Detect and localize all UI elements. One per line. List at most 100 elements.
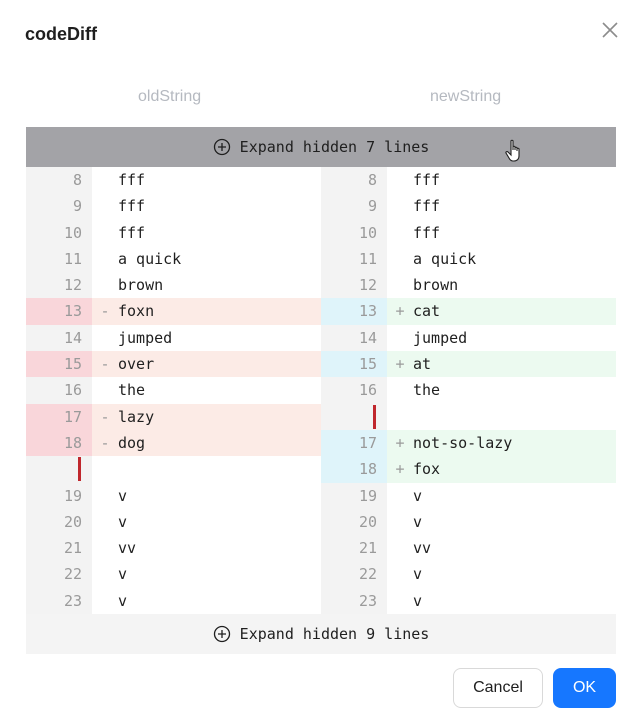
left-line: 14 jumped bbox=[26, 324, 321, 352]
right-line: 21 vv bbox=[321, 535, 616, 562]
line-number: 13 bbox=[321, 298, 387, 325]
expand-hidden-bottom-button[interactable]: Expand hidden 9 lines bbox=[26, 614, 616, 655]
diff-marker bbox=[92, 561, 118, 587]
ok-button[interactable]: OK bbox=[553, 668, 616, 708]
diff-marker: + bbox=[387, 429, 413, 457]
gap-marker bbox=[373, 404, 376, 429]
diff-row: 20 v 20 v bbox=[26, 508, 616, 536]
diff-row: 15- over 15 + at bbox=[26, 351, 616, 378]
code-text: fff bbox=[413, 223, 441, 242]
right-line: 11 a quick bbox=[321, 245, 616, 273]
line-number: 13 bbox=[26, 298, 92, 325]
right-line: 17 + not-so-lazy bbox=[321, 429, 616, 457]
line-number: 19 bbox=[26, 482, 92, 509]
left-line: 23 v bbox=[26, 587, 321, 615]
code-text: fff bbox=[118, 171, 146, 189]
diff-row: 12 brown 12 brown bbox=[26, 272, 616, 299]
code-text: cat bbox=[413, 298, 616, 325]
diff-marker bbox=[387, 167, 413, 193]
diff-marker bbox=[387, 404, 413, 430]
diff-row: 21 vv 21 vv bbox=[26, 535, 616, 562]
right-line: 19 v bbox=[321, 482, 616, 509]
diff-row: 23 v 23 v bbox=[26, 587, 616, 615]
line-number: 16 bbox=[321, 377, 387, 404]
new-string-header: newString bbox=[430, 88, 502, 105]
diff-marker bbox=[387, 588, 413, 614]
plus-circle-icon bbox=[213, 138, 230, 156]
diff-marker: - bbox=[92, 351, 118, 378]
diff-marker: + bbox=[387, 351, 413, 378]
diff-marker bbox=[92, 193, 118, 219]
diff-marker bbox=[387, 193, 413, 219]
line-number: 21 bbox=[26, 535, 92, 562]
diff-row: 10 fff 10 fff bbox=[26, 219, 616, 246]
diff-row: 9 fff 9 fff bbox=[26, 193, 616, 220]
expand-top-label: Expand hidden 7 lines bbox=[239, 138, 430, 156]
code-text: v bbox=[118, 565, 128, 584]
diff-marker bbox=[92, 220, 118, 246]
diff-row: 13- foxn 13 + cat bbox=[26, 298, 616, 325]
diff-marker bbox=[387, 272, 413, 298]
line-number: 20 bbox=[321, 508, 387, 536]
diff-marker: + bbox=[387, 456, 413, 483]
line-number: 17 bbox=[321, 429, 387, 457]
right-line: 13 + cat bbox=[321, 298, 616, 325]
close-icon[interactable] bbox=[598, 18, 622, 42]
diff-marker bbox=[92, 483, 118, 509]
left-line: 12 brown bbox=[26, 272, 321, 299]
diff-marker bbox=[387, 535, 413, 561]
code-text: fff bbox=[413, 171, 441, 189]
diff-marker: + bbox=[387, 298, 413, 325]
diff-marker bbox=[387, 377, 413, 403]
left-line: 15- over bbox=[26, 351, 321, 378]
line-number: 8 bbox=[26, 167, 92, 194]
right-line: 22 v bbox=[321, 561, 616, 588]
diff-marker bbox=[387, 246, 413, 272]
diff-row: 18- dog 17 + not-so-lazy bbox=[26, 429, 616, 457]
expand-hidden-top-button[interactable]: Expand hidden 7 lines bbox=[26, 127, 616, 167]
line-number: 9 bbox=[321, 193, 387, 220]
code-text: v bbox=[413, 591, 423, 610]
diff-rows: 8 fff 8 fff 9 fff 9 fff 10 fff 10 fff 11 a quick 11 a q… bbox=[26, 167, 616, 615]
diff-marker bbox=[387, 220, 413, 246]
diff-row: 17- lazy bbox=[26, 403, 616, 430]
line-number: 18 bbox=[321, 456, 387, 483]
code-text: vv bbox=[413, 539, 432, 558]
line-number: 11 bbox=[321, 245, 387, 273]
left-line: 21 vv bbox=[26, 535, 321, 562]
line-number: 12 bbox=[26, 272, 92, 299]
diff-marker bbox=[92, 167, 118, 193]
diff-marker bbox=[92, 535, 118, 561]
diff-marker bbox=[92, 246, 118, 272]
diff-row: 8 fff 8 fff bbox=[26, 167, 616, 194]
right-line: 8 fff bbox=[321, 167, 616, 194]
line-number: 21 bbox=[321, 535, 387, 562]
gap-marker bbox=[78, 457, 81, 482]
diff-marker: - bbox=[92, 403, 118, 430]
line-number: 20 bbox=[26, 508, 92, 536]
code-text: vv bbox=[118, 539, 137, 558]
left-line: 9 fff bbox=[26, 193, 321, 220]
line-number: 8 bbox=[321, 167, 387, 194]
diff-marker bbox=[387, 509, 413, 535]
diff-marker bbox=[92, 509, 118, 535]
left-line: 19 v bbox=[26, 482, 321, 509]
expand-bottom-label: Expand hidden 9 lines bbox=[239, 625, 430, 644]
left-line: 10 fff bbox=[26, 219, 321, 246]
old-string-header: oldString bbox=[138, 88, 202, 105]
cancel-button[interactable]: Cancel bbox=[453, 668, 543, 708]
right-line: 16 the bbox=[321, 377, 616, 404]
right-line: 14 jumped bbox=[321, 324, 616, 352]
diff-row: 19 v 19 v bbox=[26, 482, 616, 509]
line-number: 18 bbox=[26, 429, 92, 457]
code-text: foxn bbox=[118, 298, 321, 325]
code-text: brown bbox=[413, 276, 459, 295]
code-text: a quick bbox=[118, 249, 182, 268]
left-line: 13- foxn bbox=[26, 298, 321, 325]
left-line: 11 a quick bbox=[26, 245, 321, 273]
code-text: fff bbox=[118, 223, 146, 242]
diff-marker bbox=[92, 325, 118, 351]
code-text: over bbox=[118, 351, 321, 378]
diff-row: 18 + fox bbox=[26, 456, 616, 483]
